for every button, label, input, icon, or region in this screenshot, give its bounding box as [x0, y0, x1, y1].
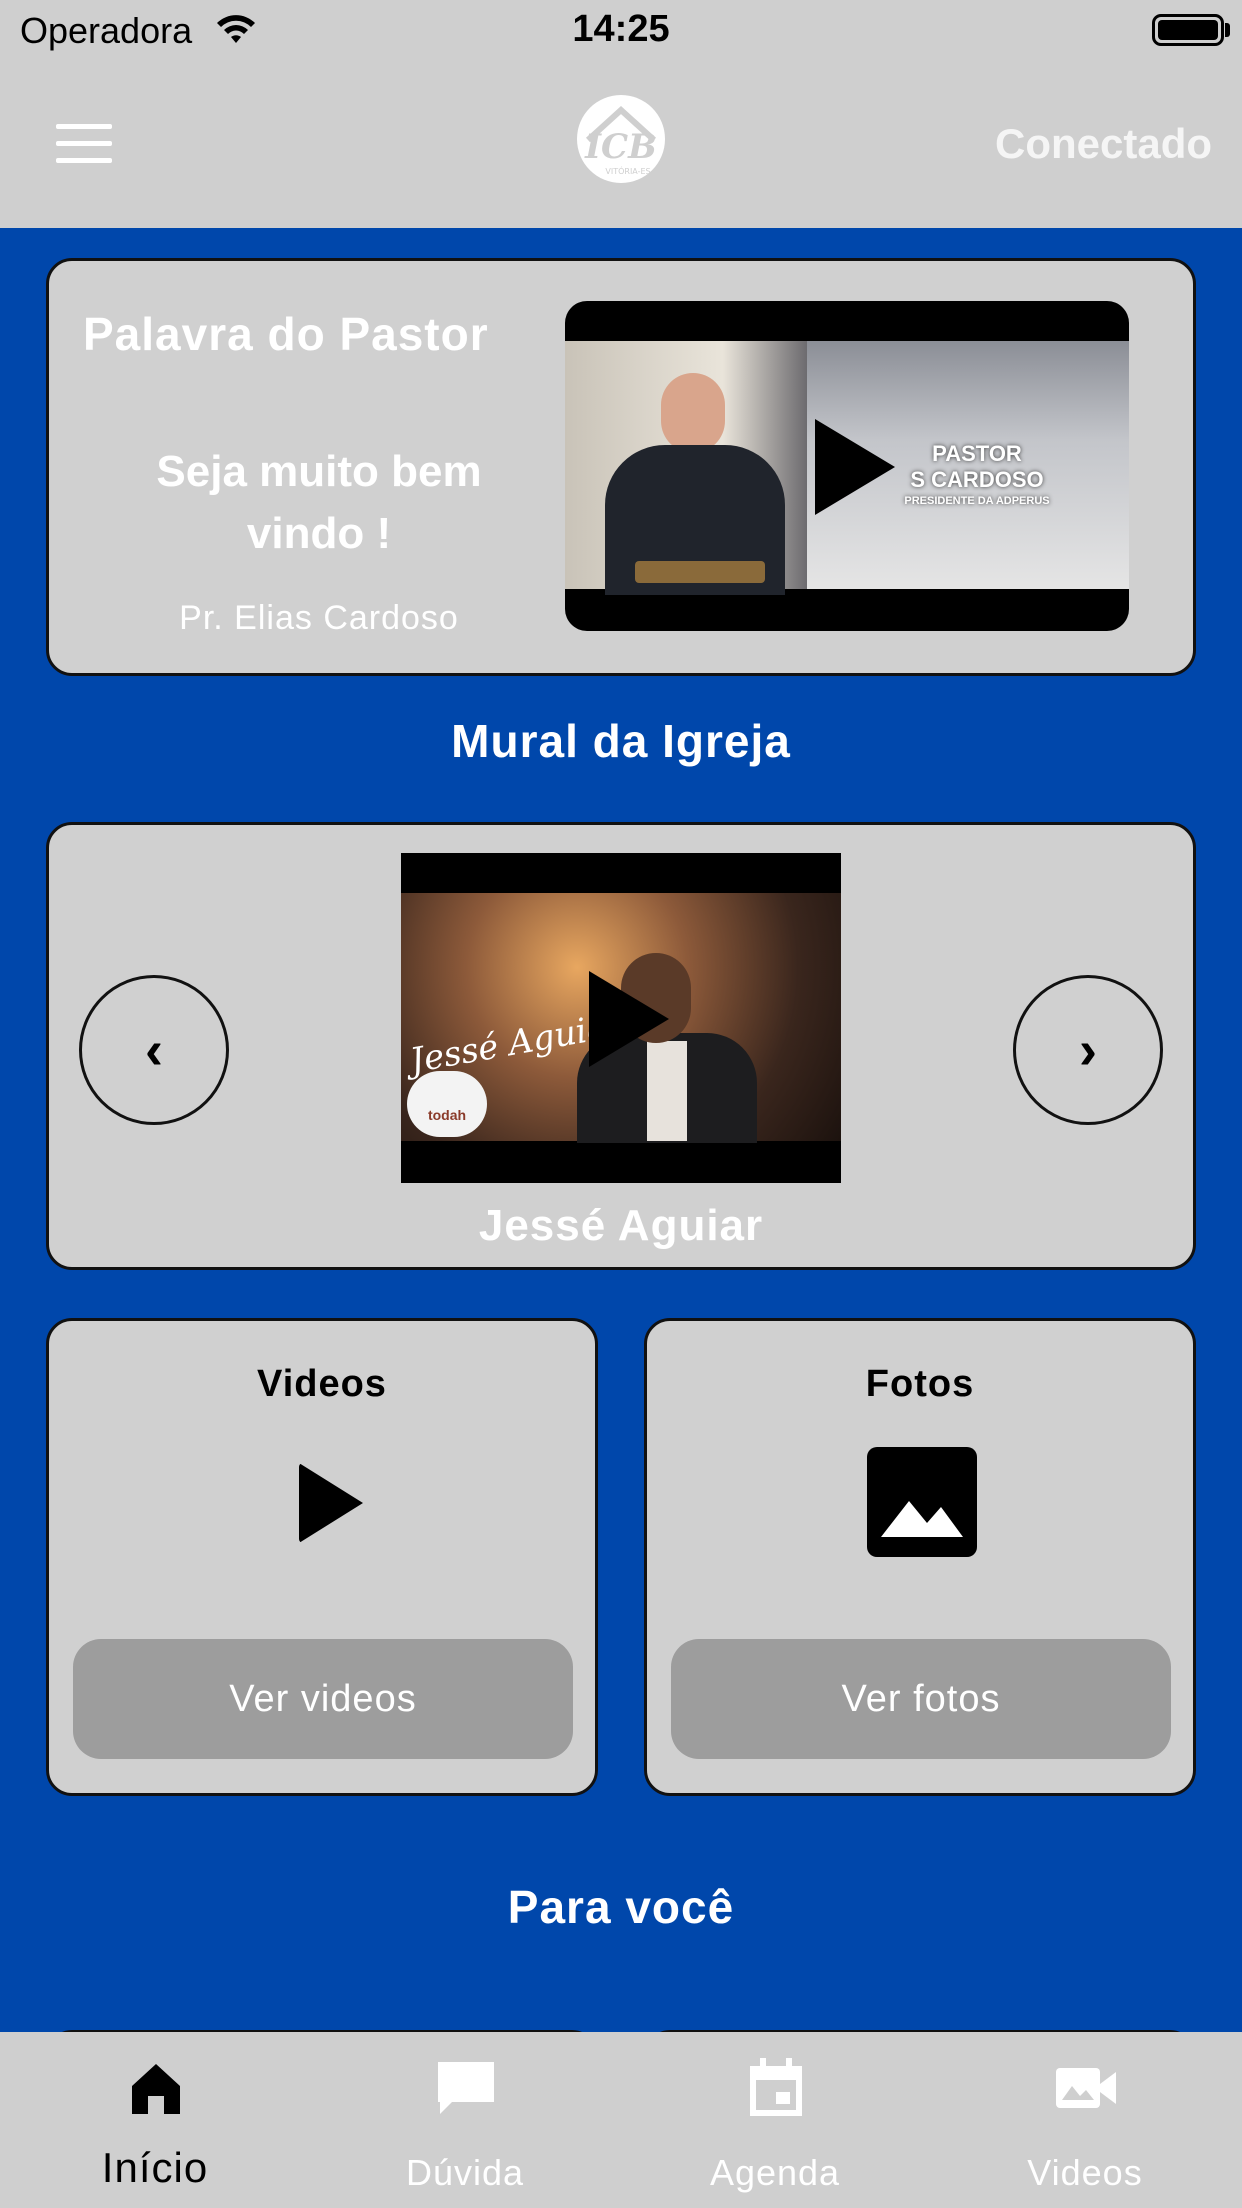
- photos-card-title: Fotos: [865, 1363, 975, 1405]
- calendar-icon: [750, 2058, 802, 2116]
- logo-subtext: VITÓRIA-ES: [605, 165, 650, 176]
- logo-text: ICB: [584, 127, 657, 167]
- tab-label: Início: [101, 2144, 209, 2191]
- chevron-left-icon: ‹: [145, 1020, 163, 1080]
- carousel-prev-button[interactable]: ‹: [79, 975, 229, 1125]
- battery-nub: [1225, 23, 1230, 37]
- hamburger-menu-icon[interactable]: [56, 124, 112, 164]
- photos-card: Fotos Ver fotos: [644, 1318, 1196, 1796]
- carousel-next-button[interactable]: ›: [1013, 975, 1163, 1125]
- todah-badge: todah: [407, 1071, 487, 1137]
- home-icon: [132, 2064, 180, 2114]
- top-bar: Operadora 14:25 ICB VITÓRIA-ES Conectado: [0, 0, 1242, 228]
- tab-label: Videos: [1027, 2152, 1143, 2193]
- videos-card: Videos Ver videos: [46, 1318, 598, 1796]
- play-icon: [299, 1463, 363, 1543]
- pastor-title: Palavra do Pastor: [83, 308, 489, 360]
- image-icon: [867, 1447, 977, 1557]
- videos-card-title: Videos: [257, 1363, 387, 1405]
- view-videos-button[interactable]: Ver videos: [73, 1639, 573, 1759]
- tab-label: Dúvida: [405, 2152, 525, 2193]
- tab-videos[interactable]: Videos: [930, 2032, 1240, 2208]
- chevron-right-icon: ›: [1079, 1020, 1097, 1080]
- pastor-text-block: Palavra do Pastor Seja muito bem vindo !…: [49, 261, 549, 673]
- view-photos-button[interactable]: Ver fotos: [671, 1639, 1171, 1759]
- battery-icon: [1152, 14, 1224, 46]
- pastor-name: Pr. Elias Cardoso: [179, 599, 459, 637]
- tab-label: Agenda: [709, 2152, 841, 2193]
- connection-status: Conectado: [994, 120, 1212, 167]
- tab-agenda[interactable]: Agenda: [620, 2032, 930, 2208]
- para-voce-title: Para você: [507, 1881, 735, 1933]
- tab-duvida[interactable]: Dúvida: [310, 2032, 620, 2208]
- status-time: 14:25: [572, 8, 670, 50]
- todah-badge-text: todah: [427, 1107, 467, 1123]
- play-icon[interactable]: [589, 971, 669, 1067]
- mural-carousel: ‹ Jessé Aguiar todah › Jessé Aguiar: [46, 822, 1196, 1270]
- mural-video-player[interactable]: Jessé Aguiar todah: [401, 853, 841, 1183]
- mural-caption: Jessé Aguiar: [478, 1201, 764, 1250]
- tab-bar: Início Dúvida Agenda Videos: [0, 2032, 1242, 2208]
- pastor-video-player[interactable]: PASTOR S CARDOSO PRESIDENTE DA ADPERUS: [565, 301, 1129, 631]
- church-logo: ICB VITÓRIA-ES: [577, 95, 665, 183]
- pastor-card: Palavra do Pastor Seja muito bem vindo !…: [46, 258, 1196, 676]
- mural-title: Mural da Igreja: [451, 715, 791, 767]
- chat-bubble-icon: [438, 2062, 494, 2114]
- pastor-welcome: Seja muito bem vindo !: [156, 447, 482, 558]
- tab-inicio[interactable]: Início: [0, 2032, 310, 2208]
- play-icon[interactable]: [815, 419, 895, 515]
- video-camera-icon: [1056, 2068, 1116, 2108]
